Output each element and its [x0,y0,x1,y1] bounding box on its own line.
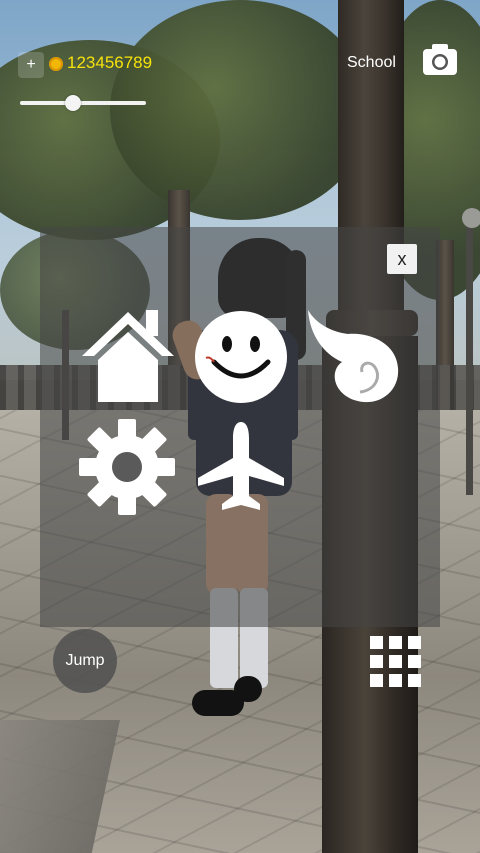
home-icon[interactable] [80,306,176,404]
street-lamp [466,225,473,495]
lamp-head [462,208,480,228]
smiley-face-icon[interactable] [194,310,288,404]
add-coins-button[interactable]: + [18,52,44,78]
airplane-icon[interactable] [196,420,286,514]
location-label[interactable]: School [347,54,396,72]
coin-balance: 123456789 [67,53,153,72]
tree-foliage [110,0,370,220]
slider-track [20,101,146,105]
wing-icon[interactable] [302,306,402,406]
gear-icon[interactable] [78,418,176,516]
view-slider[interactable] [20,93,146,113]
slider-thumb[interactable] [64,95,81,111]
camera-icon[interactable] [420,40,460,80]
jump-button[interactable]: Jump [53,629,117,693]
coin-icon [49,57,63,71]
character-shoe [234,676,262,702]
close-button[interactable]: x [387,244,417,274]
grid-menu-icon[interactable] [370,636,422,688]
